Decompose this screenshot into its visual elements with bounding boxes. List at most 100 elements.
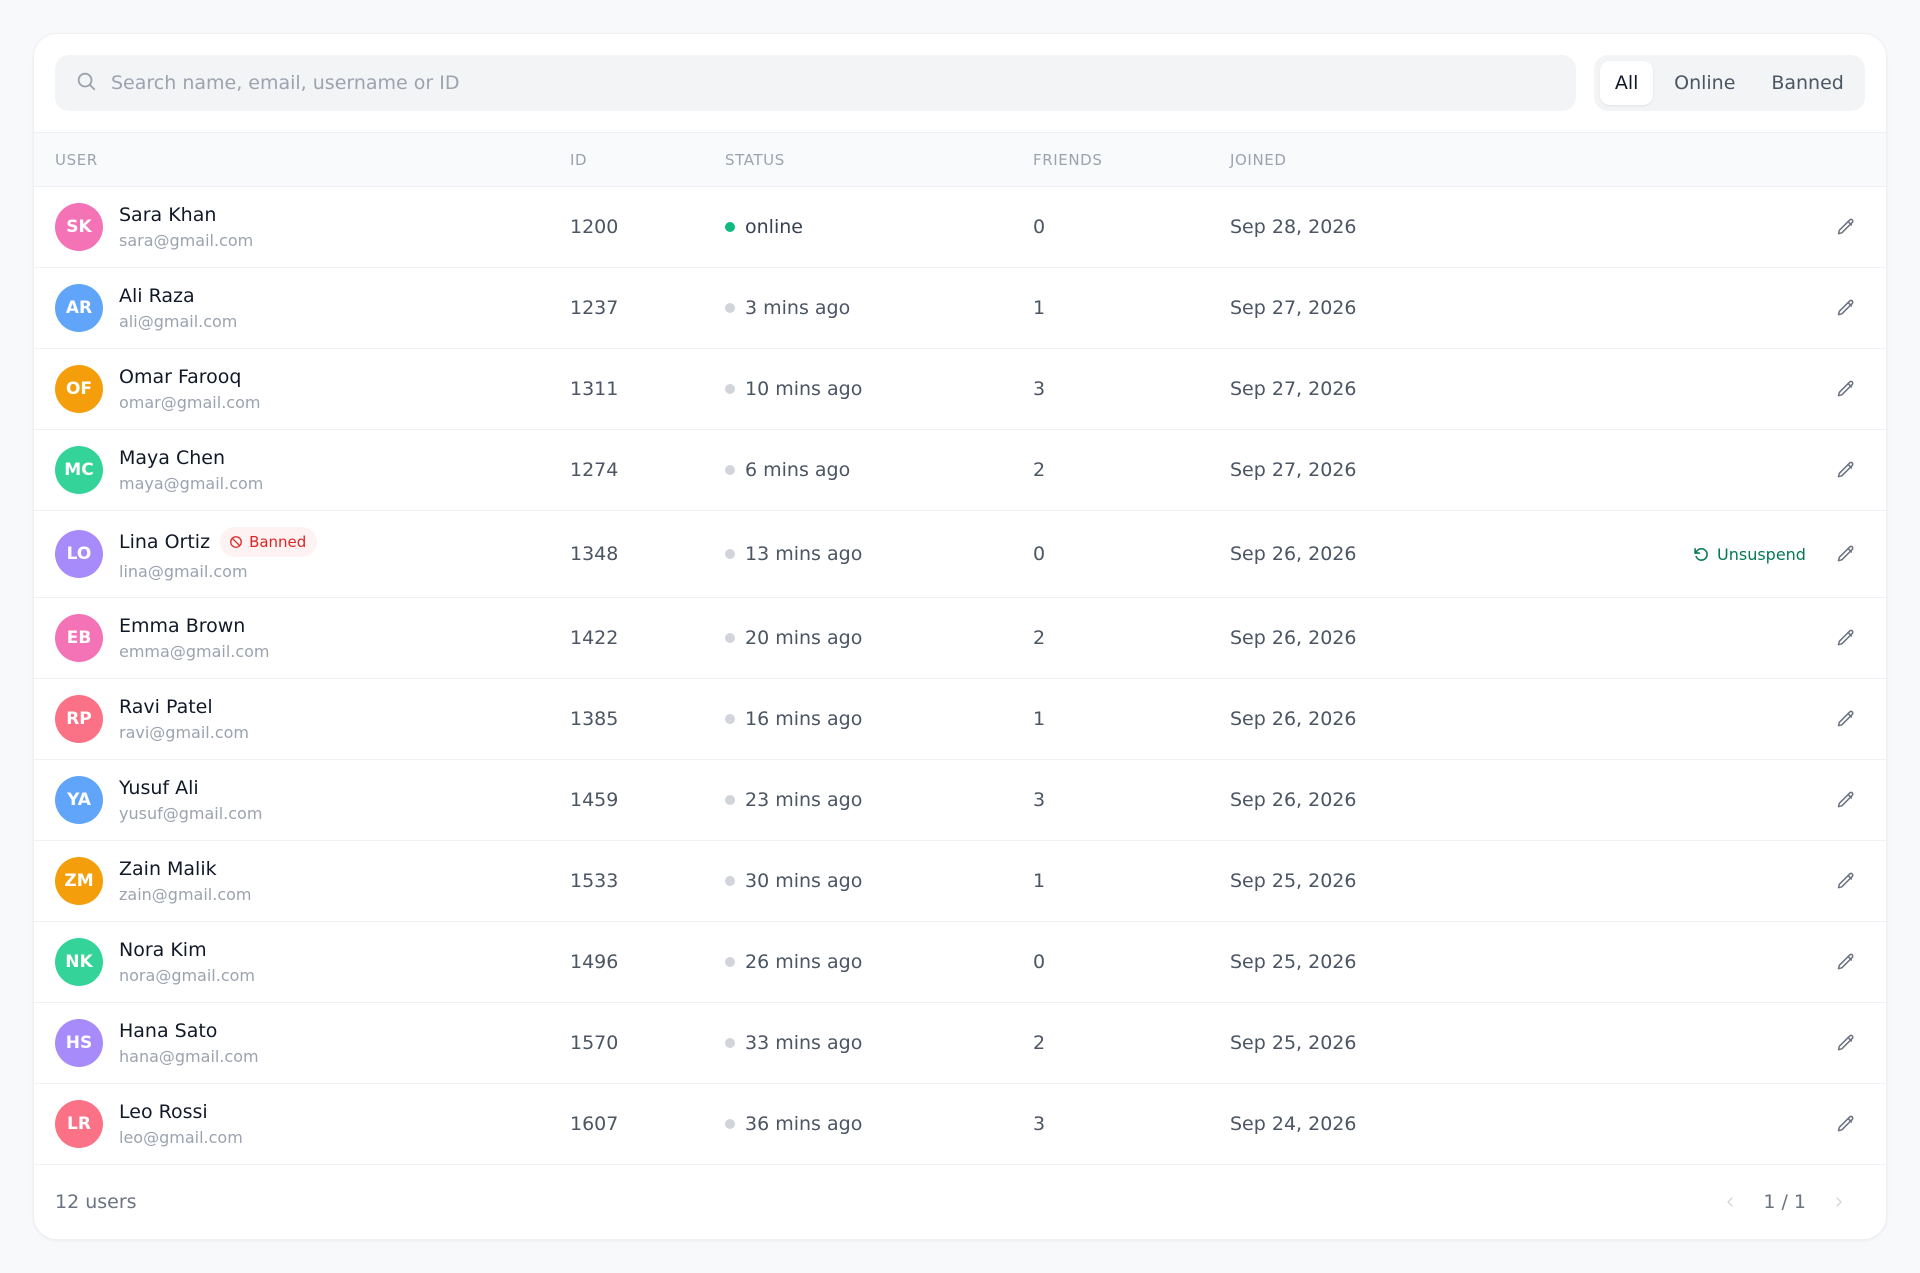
pencil-icon [1837, 629, 1854, 646]
table-row[interactable]: SK Sara Khan sara@gmail.com 1200 online … [34, 187, 1886, 268]
status-text: 20 mins ago [745, 627, 863, 649]
edit-button[interactable] [1833, 1111, 1859, 1137]
edit-button[interactable] [1833, 376, 1859, 402]
unsuspend-button[interactable]: Unsuspend [1693, 545, 1806, 564]
user-cell: Nora Kim nora@gmail.com [119, 939, 255, 985]
user-cell: Yusuf Ali yusuf@gmail.com [119, 777, 262, 823]
status-text: 3 mins ago [745, 297, 851, 319]
search-input[interactable] [111, 72, 1411, 94]
user-joined: Sep 26, 2026 [1230, 627, 1357, 649]
user-name[interactable]: Maya Chen [119, 447, 225, 469]
name-line: Leo Rossi [119, 1101, 243, 1123]
user-name[interactable]: Hana Sato [119, 1020, 217, 1042]
user-name[interactable]: Emma Brown [119, 615, 245, 637]
name-line: Sara Khan [119, 204, 253, 226]
user-email: yusuf@gmail.com [119, 804, 263, 823]
table-row[interactable]: MC Maya Chen maya@gmail.com 1274 6 mins … [34, 430, 1886, 511]
user-joined: Sep 26, 2026 [1230, 708, 1357, 730]
column-user-header: USER [55, 150, 98, 169]
pencil-icon [1837, 953, 1854, 970]
table-row[interactable]: LR Leo Rossi leo@gmail.com 1607 36 mins … [34, 1084, 1886, 1165]
user-joined: Sep 27, 2026 [1230, 378, 1357, 400]
user-name[interactable]: Nora Kim [119, 939, 207, 961]
edit-button[interactable] [1833, 541, 1859, 567]
table-row[interactable]: RP Ravi Patel ravi@gmail.com 1385 16 min… [34, 679, 1886, 760]
user-friends: 0 [1033, 543, 1046, 565]
edit-button[interactable] [1833, 1030, 1859, 1056]
table-row[interactable]: EB Emma Brown emma@gmail.com 1422 20 min… [34, 598, 1886, 679]
table-row[interactable]: NK Nora Kim nora@gmail.com 1496 26 mins … [34, 922, 1886, 1003]
search-box[interactable] [55, 55, 1576, 111]
table-row[interactable]: ZM Zain Malik zain@gmail.com 1533 30 min… [34, 841, 1886, 922]
user-status: 36 mins ago [725, 1113, 862, 1135]
edit-button[interactable] [1833, 706, 1859, 732]
edit-button[interactable] [1833, 625, 1859, 651]
user-id: 1570 [570, 1032, 619, 1054]
user-name[interactable]: Lina Ortiz [119, 531, 210, 553]
filter-banned-tab[interactable]: Banned [1756, 61, 1859, 105]
pencil-icon [1837, 1115, 1854, 1132]
user-status: 3 mins ago [725, 297, 850, 319]
avatar: OF [55, 365, 103, 413]
user-id: 1348 [570, 543, 619, 565]
rotate-ccw-icon [1694, 547, 1708, 561]
user-email: ravi@gmail.com [119, 723, 249, 742]
status-dot [725, 876, 735, 886]
user-status: 20 mins ago [725, 627, 862, 649]
table-row[interactable]: YA Yusuf Ali yusuf@gmail.com 1459 23 min… [34, 760, 1886, 841]
pagination: 1 / 1 [1717, 1189, 1852, 1215]
name-line: Omar Farooq [119, 366, 260, 388]
user-joined: Sep 28, 2026 [1230, 216, 1357, 238]
table-row[interactable]: OF Omar Farooq omar@gmail.com 1311 10 mi… [34, 349, 1886, 430]
user-name[interactable]: Zain Malik [119, 858, 217, 880]
user-status: 33 mins ago [725, 1032, 862, 1054]
user-friends: 1 [1033, 870, 1046, 892]
filter-online-tab[interactable]: Online [1653, 61, 1756, 105]
name-line: Nora Kim [119, 939, 255, 961]
user-cell: Zain Malik zain@gmail.com [119, 858, 251, 904]
user-friends: 0 [1033, 951, 1046, 973]
chevron-right-icon[interactable] [1826, 1189, 1852, 1215]
table-row[interactable]: LO Lina Ortiz Banned lina@gmail.com 1348… [34, 511, 1886, 598]
table-footer: 12 users 1 / 1 [34, 1165, 1886, 1238]
pencil-icon [1837, 461, 1854, 478]
user-friends: 2 [1033, 627, 1046, 649]
user-name[interactable]: Sara Khan [119, 204, 216, 226]
user-email: emma@gmail.com [119, 642, 270, 661]
pencil-icon [1837, 545, 1854, 562]
user-name[interactable]: Leo Rossi [119, 1101, 208, 1123]
banned-badge-label: Banned [249, 533, 307, 551]
edit-button[interactable] [1833, 295, 1859, 321]
edit-button[interactable] [1833, 214, 1859, 240]
user-name[interactable]: Omar Farooq [119, 366, 242, 388]
edit-button[interactable] [1833, 787, 1859, 813]
chevron-left-icon[interactable] [1717, 1189, 1743, 1215]
user-email: zain@gmail.com [119, 885, 252, 904]
edit-button[interactable] [1833, 949, 1859, 975]
user-cell: Leo Rossi leo@gmail.com [119, 1101, 243, 1147]
user-status: 16 mins ago [725, 708, 862, 730]
user-friends: 2 [1033, 1032, 1046, 1054]
avatar: AR [55, 284, 103, 332]
table-row[interactable]: AR Ali Raza ali@gmail.com 1237 3 mins ag… [34, 268, 1886, 349]
edit-button[interactable] [1833, 457, 1859, 483]
user-id: 1237 [570, 297, 619, 319]
user-email: omar@gmail.com [119, 393, 261, 412]
user-name[interactable]: Ravi Patel [119, 696, 213, 718]
user-name[interactable]: Ali Raza [119, 285, 195, 307]
users-panel: All Online Banned USER ID STATUS FRIENDS… [33, 33, 1887, 1240]
status-text: 26 mins ago [745, 951, 863, 973]
user-email: sara@gmail.com [119, 231, 254, 250]
avatar: YA [55, 776, 103, 824]
table-row[interactable]: HS Hana Sato hana@gmail.com 1570 33 mins… [34, 1003, 1886, 1084]
user-status: 10 mins ago [725, 378, 862, 400]
user-cell: Lina Ortiz Banned lina@gmail.com [119, 527, 318, 581]
status-text: 10 mins ago [745, 378, 863, 400]
filter-all-tab[interactable]: All [1600, 61, 1654, 105]
status-text: 6 mins ago [745, 459, 851, 481]
edit-button[interactable] [1833, 868, 1859, 894]
banned-badge: Banned [220, 527, 318, 557]
name-line: Zain Malik [119, 858, 251, 880]
user-name[interactable]: Yusuf Ali [119, 777, 199, 799]
user-cell: Sara Khan sara@gmail.com [119, 204, 253, 250]
